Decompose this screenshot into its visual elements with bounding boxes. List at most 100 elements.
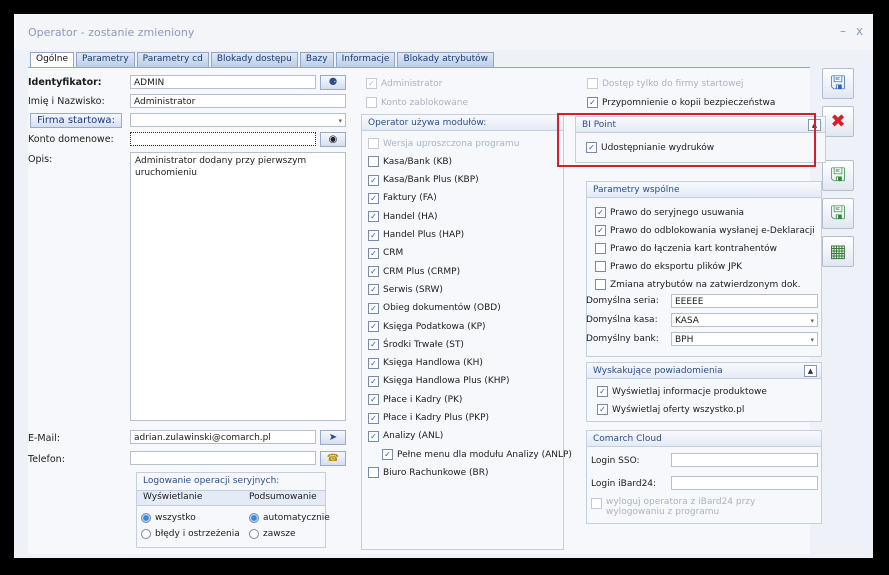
chevron-down-icon: ▾: [810, 317, 814, 325]
wyloguj-checkbox[interactable]: wyloguj operatora z iBard24 przy wylogow…: [591, 497, 813, 517]
imie-label: Imię i Nazwisko:: [28, 96, 105, 107]
save-new-button[interactable]: 🖫: [822, 160, 854, 191]
opis-textarea[interactable]: Administrator dodany przy pierwszym uruc…: [130, 152, 346, 421]
informacje-produktowe-checkbox[interactable]: ✓ Wyświetlaj informacje produktowe: [597, 386, 767, 397]
checkbox-box: ✓: [368, 266, 379, 278]
save-copy-button[interactable]: 🖫: [822, 198, 854, 229]
close-button[interactable]: x: [856, 24, 863, 38]
checkbox-box: ✓: [368, 357, 379, 369]
module-checkbox[interactable]: Kasa/Bank (KB): [368, 156, 452, 168]
informacje-produktowe-label: Wyświetlaj informacje produktowe: [612, 386, 767, 397]
seria-label: Domyślna seria:: [586, 296, 659, 306]
param-label: Prawo do seryjnego usuwania: [610, 207, 745, 218]
konto-zablokowane-checkbox[interactable]: Konto zablokowane: [366, 97, 468, 108]
ibard-input[interactable]: [671, 476, 818, 490]
operator-window: Operator - zostanie zmieniony – x Ogólne…: [14, 14, 873, 558]
param-seryjne-checkbox[interactable]: ✓ Prawo do seryjnego usuwania: [595, 207, 744, 218]
tab-blokady-atrybutow[interactable]: Blokady atrybutów: [397, 52, 494, 67]
module-label: Środki Trwałe (ST): [383, 339, 464, 350]
module-checkbox[interactable]: ✓ Księga Podatkowa (KP): [368, 321, 486, 332]
firma-startowa-button[interactable]: Firma startowa:: [30, 113, 122, 128]
email-input[interactable]: adrian.zulawinski@comarch.pl: [130, 430, 316, 444]
module-checkbox[interactable]: ✓ Analizy (ANL): [368, 430, 443, 442]
administrator-checkbox[interactable]: ✓ Administrator: [366, 78, 442, 89]
bank-select[interactable]: BPH ▾: [671, 332, 818, 346]
firma-startowa-select[interactable]: ▾: [130, 113, 346, 127]
save-icon: 🖫: [830, 73, 846, 94]
radio-bledy[interactable]: błędy i ostrzeżenia: [141, 529, 240, 539]
przypomnienie-checkbox[interactable]: ✓ Przypomnienie o kopii bezpieczeństwa: [587, 97, 775, 108]
imie-input[interactable]: Administrator: [130, 94, 346, 108]
chart-button[interactable]: ▦: [822, 236, 854, 267]
email-label: E-Mail:: [28, 433, 60, 444]
radio-wszystko[interactable]: wszystko: [141, 513, 196, 523]
checkbox-box: ✓: [368, 375, 379, 387]
radio-automatycznie[interactable]: automatycznie: [249, 513, 330, 523]
module-checkbox[interactable]: ✓ Obieg dokumentów (OBD): [368, 302, 501, 314]
radio-zawsze-label: zawsze: [263, 529, 296, 539]
module-checkbox[interactable]: ✓ CRM Plus (CRMP): [368, 266, 460, 278]
module-label: Pełne menu dla modułu Analizy (ANLP): [397, 449, 572, 460]
save-button[interactable]: 🖫: [822, 68, 854, 99]
kasa-select[interactable]: KASA ▾: [671, 313, 818, 327]
cancel-button[interactable]: ✖: [822, 106, 854, 137]
param-jpk-checkbox[interactable]: Prawo do eksportu plików JPK: [595, 261, 742, 272]
module-label: Serwis (SRW): [383, 284, 443, 295]
tab-parametry-cd[interactable]: Parametry cd: [136, 52, 209, 67]
module-checkbox[interactable]: Wersja uproszczona programu: [368, 138, 519, 149]
module-checkbox[interactable]: ✓ Środki Trwałe (ST): [368, 339, 464, 351]
tab-informacje[interactable]: Informacje: [335, 52, 396, 67]
param-laczenie-checkbox[interactable]: Prawo do łączenia kart kontrahentów: [595, 243, 777, 254]
powiadomienia-collapse-button[interactable]: ▲: [804, 365, 817, 377]
module-checkbox[interactable]: ✓ Kasa/Bank Plus (KBP): [368, 174, 479, 186]
tab-ogolne[interactable]: Ogólne: [30, 52, 75, 67]
oferty-checkbox[interactable]: ✓ Wyświetlaj oferty wszystko.pl: [597, 404, 744, 415]
tab-parametry[interactable]: Parametry: [76, 52, 135, 67]
close-icon: ✖: [830, 111, 846, 132]
logowanie-title: Logowanie operacji seryjnych:: [143, 476, 280, 486]
dostep-checkbox[interactable]: Dostęp tylko do firmy startowej: [587, 78, 744, 89]
telefon-input[interactable]: [130, 451, 316, 465]
tab-bazy[interactable]: Bazy: [299, 52, 334, 67]
cloud-group: Comarch Cloud Login SSO: Login iBard24: …: [586, 430, 822, 524]
phone-button[interactable]: ☎: [320, 451, 346, 466]
module-label: Płace i Kadry (PK): [383, 394, 463, 405]
sso-input[interactable]: [671, 453, 818, 467]
konto-domenowe-input[interactable]: [130, 132, 316, 146]
param-label: Zmiana atrybutów na zatwierdzonym dok.: [610, 279, 801, 290]
email-send-button[interactable]: ➤: [320, 430, 346, 445]
module-checkbox[interactable]: ✓ CRM: [368, 247, 403, 259]
user-lookup-button[interactable]: ⚈: [320, 75, 346, 90]
minimize-button[interactable]: –: [840, 24, 846, 38]
module-checkbox[interactable]: ✓ Płace i Kadry (PK): [368, 394, 463, 406]
module-checkbox[interactable]: ✓ Pełne menu dla modułu Analizy (ANLP): [382, 449, 572, 461]
parametry-title: Parametry wspólne: [587, 182, 821, 198]
param-label: Prawo do łączenia kart kontrahentów: [610, 243, 778, 254]
checkbox-box: ✓: [368, 412, 379, 424]
module-checkbox[interactable]: ✓ Faktury (FA): [368, 192, 437, 204]
module-label: Księga Handlowa (KH): [383, 358, 483, 369]
module-label: Obieg dokumentów (OBD): [383, 303, 501, 314]
oferty-label: Wyświetlaj oferty wszystko.pl: [612, 404, 745, 415]
tab-blokady-dostepu[interactable]: Blokady dostępu: [210, 52, 298, 67]
module-checkbox[interactable]: ✓ Serwis (SRW): [368, 284, 443, 296]
param-edeklaracje-checkbox[interactable]: ✓ Prawo do odblokowania wysłanej e-Deklar…: [595, 225, 815, 236]
save-new-icon: 🖫: [830, 165, 846, 186]
save-copy-icon: 🖫: [830, 203, 846, 224]
konto-lookup-button[interactable]: ◉: [320, 132, 346, 147]
logowanie-header: Wyświetlanie Podsumowanie: [137, 490, 325, 506]
seria-input[interactable]: EEEEE: [671, 294, 818, 308]
module-checkbox[interactable]: ✓ Handel Plus (HAP): [368, 229, 464, 241]
module-checkbox[interactable]: ✓ Handel (HA): [368, 211, 438, 223]
identyfikator-input[interactable]: ADMIN: [130, 75, 316, 89]
param-atrybuty-checkbox[interactable]: Zmiana atrybutów na zatwierdzonym dok.: [595, 279, 800, 290]
module-checkbox[interactable]: ✓ Księga Handlowa Plus (KHP): [368, 375, 509, 387]
module-checkbox[interactable]: ✓ Księga Handlowa (KH): [368, 357, 483, 369]
radio-zawsze[interactable]: zawsze: [249, 529, 296, 539]
module-checkbox[interactable]: ✓ Płace i Kadry Plus (PKP): [368, 412, 489, 424]
checkbox-box: ✓: [595, 207, 606, 218]
collapse-icon: ▲: [807, 367, 814, 375]
eye-icon: ◉: [328, 134, 338, 145]
module-label: Biuro Rachunkowe (BR): [383, 467, 489, 478]
module-checkbox[interactable]: Biuro Rachunkowe (BR): [368, 467, 489, 479]
